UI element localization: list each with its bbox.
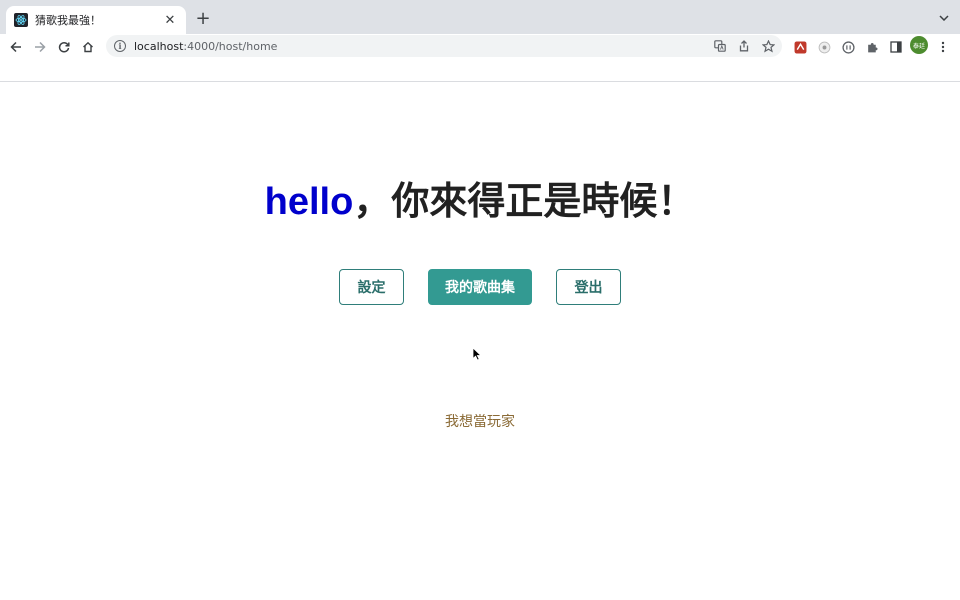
profile-avatar[interactable]: 泰廷: [910, 36, 928, 54]
address-bar[interactable]: i localhost:4000/host/home: [106, 35, 782, 57]
tab-title: 猜歌我最強！: [35, 14, 101, 27]
greeting-name: hello: [264, 181, 354, 223]
logout-button[interactable]: 登出: [556, 269, 621, 305]
url-host: localhost: [134, 39, 184, 53]
browser-tab[interactable]: 猜歌我最強！ ✕: [6, 6, 186, 34]
settings-button[interactable]: 設定: [339, 269, 404, 305]
page-title: hello，你來得正是時候！: [0, 179, 960, 225]
url-path: :4000/host/home: [183, 39, 278, 53]
extension-red-icon[interactable]: [790, 37, 810, 57]
extensions-puzzle-icon[interactable]: [862, 37, 882, 57]
kebab-menu-icon[interactable]: [933, 37, 953, 57]
forward-arrow-icon[interactable]: [30, 37, 50, 57]
browser-toolbar: i localhost:4000/host/home 泰廷: [0, 34, 960, 82]
tab-strip: 猜歌我最強！ ✕ +: [0, 0, 960, 34]
my-songs-button[interactable]: 我的歌曲集: [428, 269, 532, 305]
become-player-link[interactable]: 我想當玩家: [0, 411, 960, 431]
translate-icon[interactable]: [710, 36, 730, 56]
extension-circle-icon[interactable]: [838, 37, 858, 57]
mouse-cursor-icon: [472, 347, 482, 361]
close-tab-icon[interactable]: ✕: [162, 12, 178, 28]
greeting-message: ，你來得正是時候！: [353, 181, 696, 223]
back-arrow-icon[interactable]: [6, 37, 26, 57]
reload-icon[interactable]: [54, 37, 74, 57]
share-icon[interactable]: [734, 36, 754, 56]
new-tab-button[interactable]: +: [193, 9, 213, 29]
home-icon[interactable]: [78, 37, 98, 57]
page-content: hello，你來得正是時候！ 設定 我的歌曲集 登出 我想當玩家: [0, 83, 960, 600]
site-info-icon[interactable]: i: [114, 40, 126, 52]
extension-white-icon[interactable]: [814, 37, 834, 57]
react-logo-icon: [14, 13, 28, 27]
side-panel-icon[interactable]: [886, 37, 906, 57]
chevron-down-icon[interactable]: [936, 10, 952, 26]
action-buttons: 設定 我的歌曲集 登出: [0, 269, 960, 305]
bookmark-star-icon[interactable]: [758, 36, 778, 56]
